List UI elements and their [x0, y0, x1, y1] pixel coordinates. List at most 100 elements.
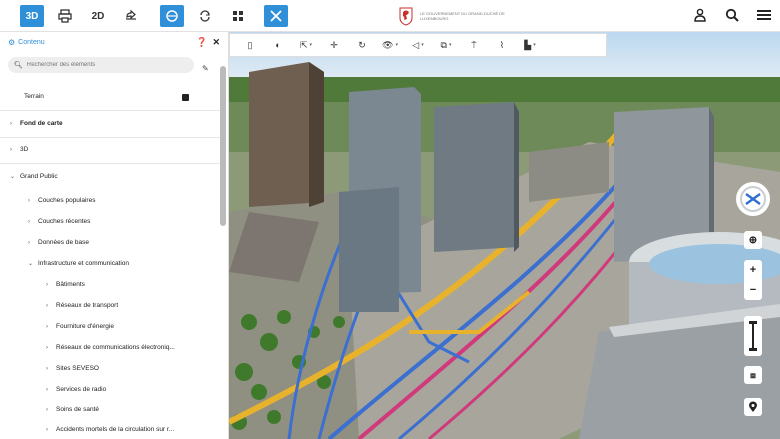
location-icon — [749, 401, 757, 412]
tree-item-services-radio[interactable]: › Services de radio — [46, 386, 106, 393]
locate-button[interactable]: ⊕ — [744, 231, 762, 249]
camera-icon: ⧉ — [440, 39, 447, 50]
tree-item-soins-sante[interactable]: › Soins de santé — [46, 406, 99, 413]
tree-item-fourniture-energie[interactable]: › Fourniture d'énergie — [46, 323, 114, 330]
zoom-out-button[interactable]: − — [750, 280, 756, 300]
panel-scrollbar[interactable] — [220, 66, 226, 226]
chevron-right-icon: › — [46, 302, 48, 309]
tree-item-reseaux-transport[interactable]: › Réseaux de transport — [46, 302, 118, 309]
menu-icon — [757, 10, 771, 20]
tree-item-fond-de-carte[interactable]: › Fond de carte — [10, 120, 63, 127]
map-3d-view[interactable] — [229, 32, 780, 439]
view-3d-button[interactable]: 3D — [20, 5, 44, 27]
rotate-button[interactable]: ↻ — [348, 35, 376, 55]
tree-item-couches-populaires[interactable]: › Couches populaires — [28, 197, 95, 204]
print-button[interactable] — [53, 5, 77, 27]
profile-icon: ⌇ — [499, 39, 505, 50]
panel-header: ⚙ Contenu ❓ ✕ — [0, 32, 228, 52]
chevron-right-icon: › — [10, 146, 12, 153]
tree-item-infrastructure[interactable]: ⌄ Infrastructure et communication — [28, 260, 129, 267]
chevron-down-icon: ▾ — [395, 42, 398, 48]
chevron-down-icon: ▾ — [309, 42, 313, 48]
panel-title: Contenu — [18, 38, 45, 46]
sidebar-toggle-icon: ▯ — [247, 39, 253, 50]
government-logo: LE GOUVERNEMENT DU GRAND-DUCHÉ DE LUXEMB… — [398, 6, 510, 26]
profile-button[interactable]: ⌇ — [488, 35, 516, 55]
location-button[interactable] — [744, 398, 762, 416]
chevron-right-icon: › — [46, 365, 48, 372]
chevron-down-icon: ▾ — [533, 42, 536, 48]
search-icon — [725, 8, 739, 22]
search-box: 🔍︎ — [8, 57, 194, 73]
compass-control[interactable] — [736, 182, 770, 216]
pin-button[interactable]: ⍑ — [460, 35, 488, 55]
zoom-control: + − — [744, 260, 762, 300]
chevron-down-icon: ⌄ — [28, 261, 34, 267]
view-button[interactable]: 👁︎ ▾ — [376, 35, 404, 55]
search-icon: 🔍︎ — [14, 62, 23, 69]
share-button[interactable] — [119, 5, 143, 27]
edit-pen-icon[interactable]: ✎ — [202, 64, 209, 73]
sync-icon — [200, 10, 210, 22]
tree-item-grand-public[interactable]: ⌄ Grand Public — [10, 173, 58, 180]
pegman-button[interactable] — [744, 316, 762, 356]
chevron-right-icon: › — [46, 406, 48, 413]
globe-button[interactable]: ◐ — [264, 35, 292, 55]
rotate-icon: ↻ — [358, 39, 366, 50]
camera-button[interactable]: ⧉ ▾ — [432, 35, 460, 55]
tree-item-reseaux-communications[interactable]: › Réseaux de communications électroniq... — [46, 344, 175, 351]
view-icon: 👁︎ — [382, 39, 394, 50]
top-bar: 3D 2D LE GOUVERNEMENT DU GRAND-DUCHÉ DE … — [0, 0, 780, 32]
chevron-right-icon: › — [46, 323, 48, 330]
tree-item-couches-recentes[interactable]: › Couches récentes — [28, 218, 90, 225]
pin-icon: ⍑ — [471, 39, 477, 50]
chevron-right-icon: › — [46, 386, 48, 393]
search-button[interactable] — [724, 6, 740, 24]
layers-toggle-button[interactable]: ⧈ — [744, 366, 762, 384]
tree-item-batiments[interactable]: › Bâtiments — [46, 281, 85, 288]
chevron-right-icon: › — [46, 344, 48, 351]
logo-text: LE GOUVERNEMENT DU GRAND-DUCHÉ DE LUXEMB… — [420, 11, 505, 21]
search-input[interactable] — [26, 62, 177, 68]
chevron-right-icon: › — [28, 197, 30, 204]
pointer-button[interactable]: ⇱ ▾ — [292, 35, 320, 55]
chevron-down-icon: ▾ — [448, 42, 452, 48]
tree-item-3d[interactable]: › 3D — [10, 146, 28, 153]
map-scene — [229, 32, 780, 439]
view-2d-button[interactable]: 2D — [86, 5, 110, 27]
help-icon[interactable]: ❓ — [196, 37, 207, 48]
map-toolbar: ▯ ◐ ⇱ ▾ ✛ ↻ 👁︎ ▾ ◁ ▾ ⧉ ▾ ⍑ ⌇ ▙ ▾ — [229, 33, 607, 57]
tree-item-terrain[interactable]: Terrain — [24, 93, 44, 100]
sync-button[interactable] — [193, 5, 217, 27]
tree-item-donnees-de-base[interactable]: › Données de base — [28, 239, 89, 246]
user-button[interactable] — [692, 6, 708, 24]
measure-icon: ◁ — [412, 39, 420, 50]
compass-icon — [740, 186, 766, 212]
zoom-in-button[interactable]: + — [750, 260, 756, 280]
chart-button[interactable]: ▙ ▾ — [516, 35, 544, 55]
chevron-down-icon: ▾ — [421, 42, 424, 48]
measure-button[interactable]: ◁ ▾ — [404, 35, 432, 55]
chevron-down-icon: ⌄ — [10, 174, 16, 180]
layers-icon: ⧈ — [750, 369, 756, 380]
sidebar-toggle-button[interactable]: ▯ — [236, 35, 264, 55]
tools-icon — [270, 10, 282, 22]
print-icon — [58, 9, 72, 23]
tools-button[interactable] — [264, 5, 288, 27]
menu-button[interactable] — [756, 6, 772, 24]
grid-icon — [233, 11, 243, 21]
layers-button[interactable] — [160, 5, 184, 27]
terrain-checkbox[interactable] — [182, 94, 189, 101]
tree-item-sites-seveso[interactable]: › Sites SEVESO — [46, 365, 99, 372]
share-icon — [126, 9, 136, 20]
lion-logo-icon — [399, 7, 413, 26]
close-icon[interactable]: ✕ — [212, 37, 220, 48]
crosshair-button[interactable]: ✛ — [320, 35, 348, 55]
layers-icon — [166, 10, 178, 22]
tree-item-accidents[interactable]: › Accidents mortels de la circulation sur… — [46, 426, 174, 433]
chevron-right-icon: › — [28, 218, 30, 225]
chevron-right-icon: › — [46, 426, 48, 433]
divider — [0, 137, 220, 138]
crosshair-icon: ✛ — [330, 39, 338, 50]
grid-button[interactable] — [226, 5, 250, 27]
